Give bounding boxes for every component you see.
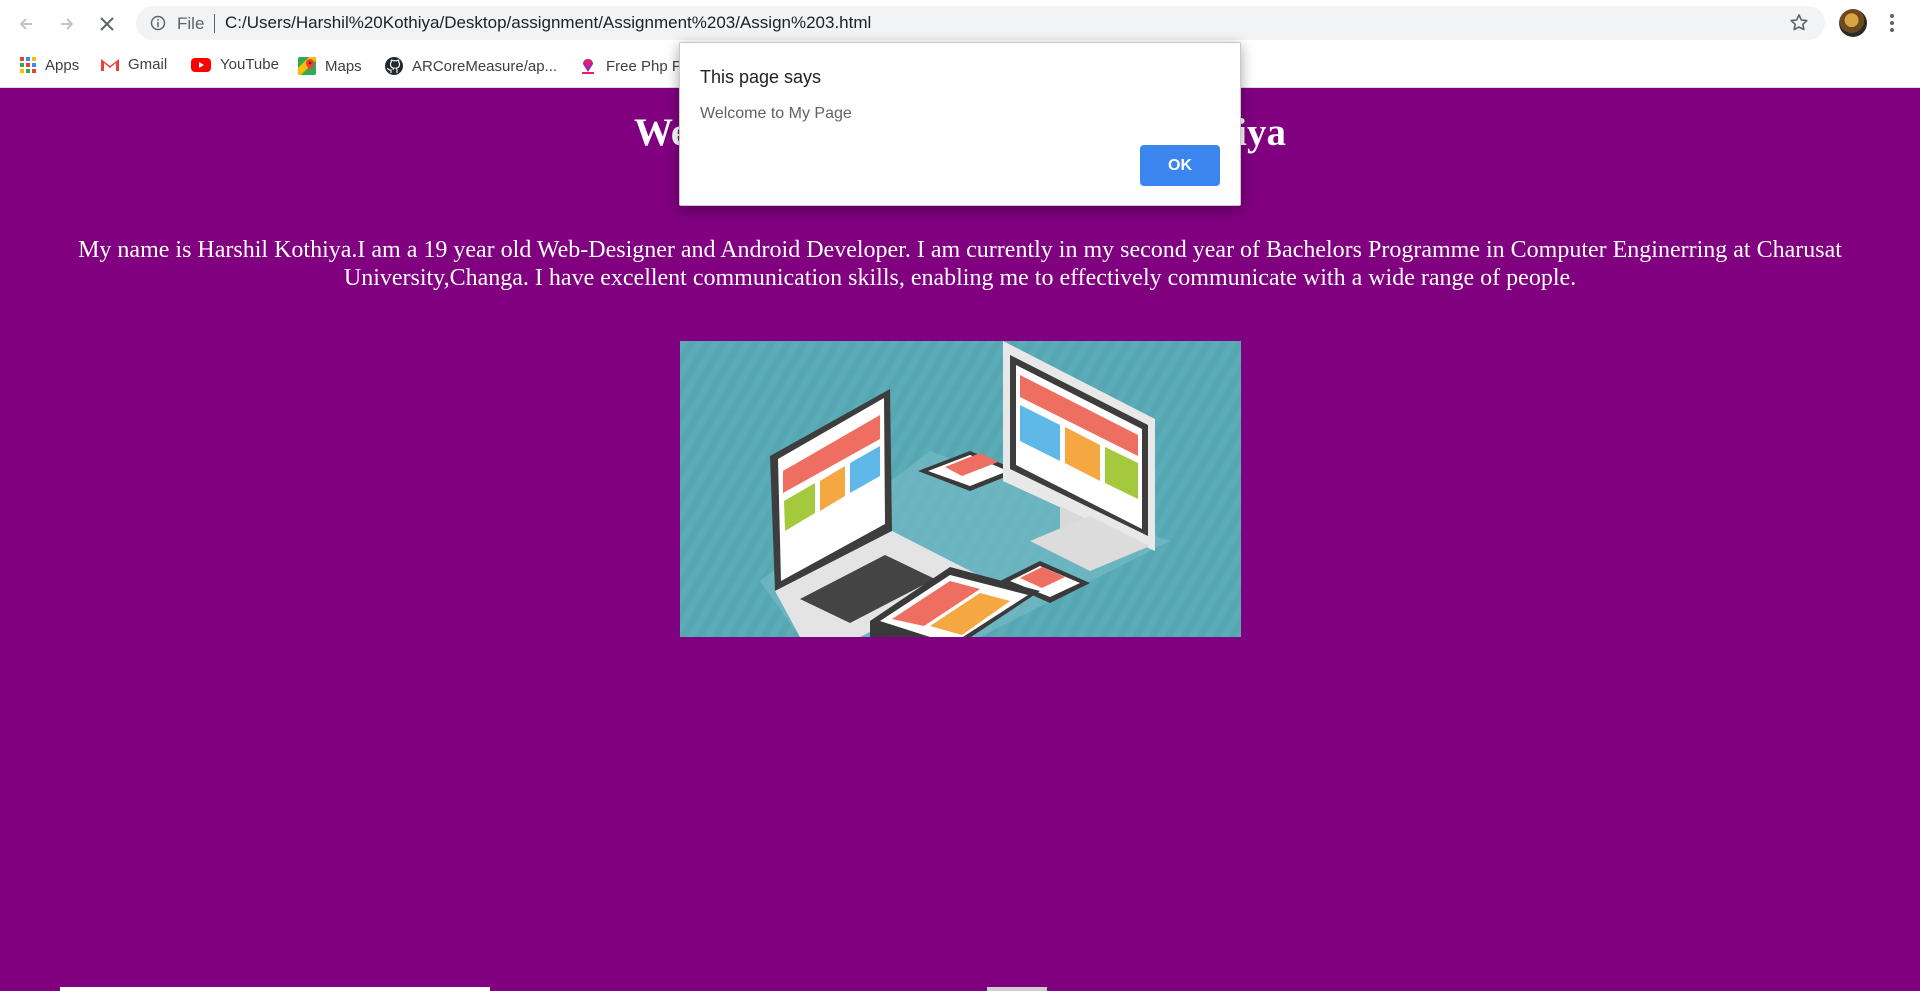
horizontal-scrollbar[interactable]	[987, 987, 1047, 991]
bookmark-label: Gmail	[128, 56, 168, 73]
profile-avatar[interactable]	[1839, 9, 1867, 37]
apps-grid-icon	[20, 57, 36, 73]
address-separator	[214, 14, 215, 33]
youtube-icon	[191, 57, 211, 72]
maps-icon	[298, 57, 316, 75]
ok-button[interactable]: OK	[1140, 145, 1220, 186]
loading-progress-bar	[60, 987, 490, 991]
arrow-left-icon	[19, 18, 32, 30]
bookmark-youtube[interactable]: YouTube	[190, 56, 279, 73]
address-bar[interactable]: File C:/Users/Harshil%20Kothiya/Desktop/…	[136, 6, 1825, 40]
dialog-title: This page says	[700, 67, 822, 87]
bookmark-label: ARCoreMeasure/ap...	[412, 57, 558, 75]
bookmark-free-php[interactable]: Free Php Pr	[578, 56, 687, 76]
arrow-right-icon	[61, 18, 74, 30]
close-icon	[100, 17, 114, 31]
alert-dialog: This page says Welcome to My Page OK	[679, 42, 1241, 206]
browser-toolbar: File C:/Users/Harshil%20Kothiya/Desktop/…	[0, 0, 1920, 47]
url-text[interactable]: C:/Users/Harshil%20Kothiya/Desktop/assig…	[225, 13, 871, 33]
star-icon[interactable]	[1789, 13, 1809, 33]
info-icon[interactable]	[150, 15, 166, 31]
php-icon	[582, 59, 594, 74]
stop-loading-button[interactable]	[93, 10, 121, 38]
bookmark-label: YouTube	[220, 56, 279, 73]
devices-illustration	[680, 341, 1241, 637]
about-paragraph: My name is Harshil Kothiya.I am a 19 yea…	[78, 237, 1842, 291]
gmail-icon	[101, 58, 119, 71]
bookmark-label: Maps	[325, 57, 362, 75]
more-menu-icon[interactable]	[1889, 12, 1895, 34]
back-button[interactable]	[12, 10, 40, 38]
bookmark-maps[interactable]: Maps	[297, 56, 362, 76]
bookmark-apps[interactable]: Apps	[19, 56, 79, 74]
bookmark-arcoremeasure[interactable]: ARCoreMeasure/ap...	[384, 56, 557, 76]
bookmark-gmail[interactable]: Gmail	[100, 56, 167, 73]
github-icon	[385, 57, 403, 75]
forward-button[interactable]	[53, 10, 81, 38]
address-scheme: File	[177, 14, 205, 33]
bookmark-label: Apps	[45, 56, 80, 74]
bookmark-label: Free Php Pr	[606, 57, 687, 75]
dialog-message: Welcome to My Page	[700, 105, 852, 122]
